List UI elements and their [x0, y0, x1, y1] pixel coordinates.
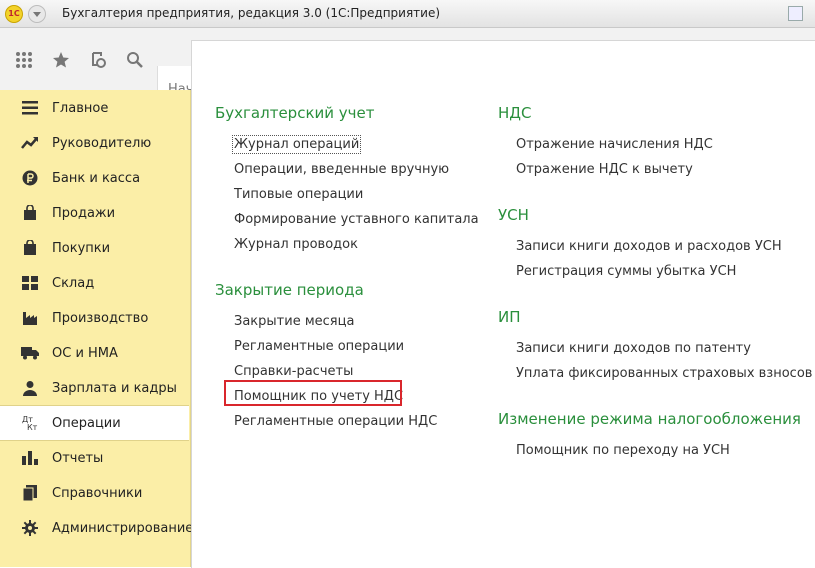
book-icon	[20, 483, 40, 503]
section-title-ip: ИП	[498, 308, 521, 326]
link-usn-transition-assistant[interactable]: Помощник по переходу на УСН	[516, 443, 730, 458]
ruble-icon	[20, 168, 40, 188]
sidebar-item-label: Покупки	[52, 240, 111, 256]
sidebar-item-operations[interactable]: Дт Кт Операции	[0, 405, 189, 441]
highlight-box	[224, 380, 402, 406]
section-title-accounting: Бухгалтерский учет	[215, 104, 375, 122]
sidebar-item-label: Операции	[52, 415, 121, 431]
sidebar-item-label: Производство	[52, 310, 149, 326]
link-vat-deduction[interactable]: Отражение НДС к вычету	[516, 162, 693, 177]
truck-icon	[20, 343, 40, 363]
title-bar: 1С Бухгалтерия предприятия, редакция 3.0…	[0, 0, 815, 28]
sidebar-item-label: Зарплата и кадры	[52, 380, 177, 396]
warehouse-icon	[20, 273, 40, 293]
link-regulatory-operations[interactable]: Регламентные операции	[234, 339, 404, 354]
sidebar-item-sales[interactable]: Продажи	[0, 196, 189, 230]
bar-chart-icon	[20, 448, 40, 468]
sidebar-item-label: Руководителю	[52, 135, 152, 151]
sidebar-item-bank[interactable]: Банк и касса	[0, 161, 189, 195]
history-icon[interactable]	[88, 51, 108, 69]
menu-icon	[20, 98, 40, 118]
sidebar-item-label: Склад	[52, 275, 95, 291]
sidebar-item-salary[interactable]: Зарплата и кадры	[0, 371, 189, 405]
sidebar-item-purchases[interactable]: Покупки	[0, 231, 189, 265]
grid-icon[interactable]	[14, 51, 34, 69]
link-authorized-capital[interactable]: Формирование уставного капитала	[234, 212, 479, 227]
link-month-closing[interactable]: Закрытие месяца	[234, 314, 354, 329]
factory-icon	[20, 308, 40, 328]
link-typical-operations[interactable]: Типовые операции	[234, 187, 363, 202]
link-patent-income-book[interactable]: Записи книги доходов по патенту	[516, 341, 751, 356]
link-vat-accrual[interactable]: Отражение начисления НДС	[516, 137, 713, 152]
person-icon	[20, 378, 40, 398]
svg-text:Кт: Кт	[27, 423, 38, 432]
window-control-button[interactable]	[788, 6, 803, 21]
main-menu-button[interactable]	[28, 5, 46, 23]
sidebar-item-administration[interactable]: Администрирование	[0, 511, 193, 545]
sidebar-item-label: ОС и НМА	[52, 345, 118, 361]
bag-icon	[20, 203, 40, 223]
link-fixed-insurance[interactable]: Уплата фиксированных страховых взносов	[516, 366, 812, 381]
star-icon[interactable]	[51, 51, 71, 69]
sidebar-item-warehouse[interactable]: Склад	[0, 266, 189, 300]
link-manual-operations[interactable]: Операции, введенные вручную	[234, 162, 449, 177]
section-title-usn: УСН	[498, 206, 529, 224]
sidebar-item-label: Банк и касса	[52, 170, 141, 186]
section-title-vat: НДС	[498, 104, 532, 122]
link-journal-operations[interactable]: Журнал операций	[231, 135, 362, 154]
sidebar-item-main[interactable]: Главное	[0, 91, 189, 125]
sidebar-item-catalogs[interactable]: Справочники	[0, 476, 189, 510]
sidebar-item-label: Администрирование	[52, 520, 194, 536]
link-usn-income-book[interactable]: Записи книги доходов и расходов УСН	[516, 239, 782, 254]
sidebar-item-label: Главное	[52, 100, 109, 116]
sidebar-item-label: Продажи	[52, 205, 116, 221]
operations-icon: Дт Кт	[20, 413, 40, 433]
link-usn-loss[interactable]: Регистрация суммы убытка УСН	[516, 264, 736, 279]
sidebar-item-fixed-assets[interactable]: ОС и НМА	[0, 336, 189, 370]
link-calculation-certificates[interactable]: Справки-расчеты	[234, 364, 353, 379]
sidebar-item-label: Справочники	[52, 485, 143, 501]
gear-icon	[20, 518, 40, 538]
sidebar-item-production[interactable]: Производство	[0, 301, 189, 335]
sidebar-item-director[interactable]: Руководителю	[0, 126, 189, 160]
trend-icon	[20, 133, 40, 153]
window-title: Бухгалтерия предприятия, редакция 3.0 (1…	[62, 6, 441, 20]
cart-icon	[20, 238, 40, 258]
sidebar-item-reports[interactable]: Отчеты	[0, 441, 189, 475]
section-title-tax-regime: Изменение режима налогообложения	[498, 410, 801, 428]
search-icon[interactable]	[125, 51, 145, 69]
link-vat-regulatory-operations[interactable]: Регламентные операции НДС	[234, 414, 437, 429]
sections-sidebar: Главное Руководителю Банк и касса Продаж…	[0, 90, 193, 567]
sidebar-item-label: Отчеты	[52, 450, 104, 466]
app-logo: 1С	[5, 5, 23, 23]
section-title-period-closing: Закрытие периода	[215, 281, 364, 299]
link-journal-entries[interactable]: Журнал проводок	[234, 237, 358, 252]
